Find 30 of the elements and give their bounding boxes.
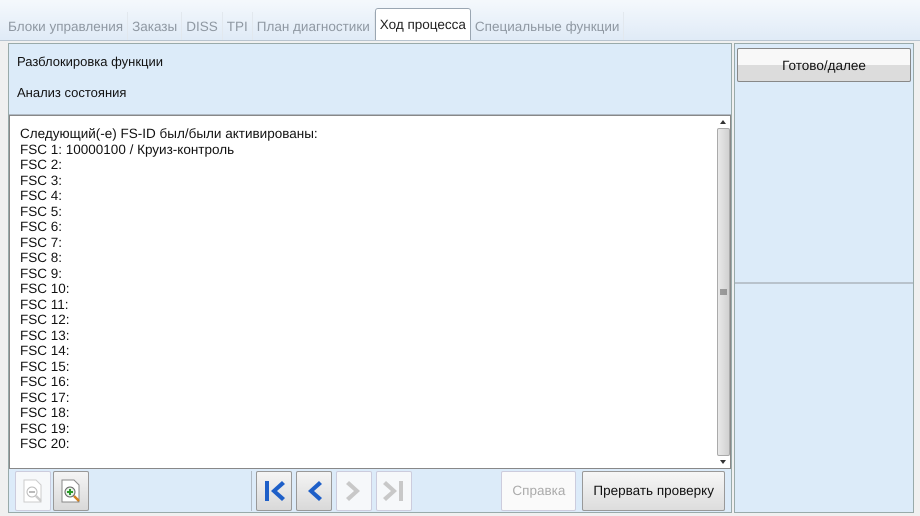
panel-subtitle: Анализ состояния [17, 85, 128, 100]
log-line: FSC 16: [20, 374, 71, 390]
log-line: FSC 19: [20, 420, 71, 436]
panel-title: Разблокировка функции [17, 54, 164, 69]
previous-button[interactable] [296, 470, 332, 510]
log-line: FSC 2: [20, 157, 64, 172]
log-line: FSC 14: [20, 343, 71, 358]
log-line: FSC 1: 10000100 / Круиз-контроль [20, 142, 236, 157]
log-line: FSC 4: [20, 188, 64, 204]
done-next-button[interactable]: Готово/далее [737, 48, 911, 82]
log-line: FSC 13: [20, 328, 71, 343]
grip-icon [720, 289, 726, 295]
log-line: FSC 17: [20, 390, 71, 405]
log-line: FSC 9: [20, 266, 64, 281]
first-button[interactable] [256, 470, 292, 510]
log-line: FSC 11: [20, 296, 70, 312]
tab[interactable]: Ход процесса [374, 8, 471, 40]
log-line: FSC 20: [20, 436, 71, 452]
log-line: FSC 8: [20, 250, 64, 266]
log-line: FSC 5: [20, 204, 64, 219]
action-button[interactable]: Прервать проверку [582, 470, 725, 510]
log-line: FSC 15: [20, 358, 71, 374]
log-line: FSC 12: [20, 312, 71, 328]
log-line: FSC 7: [20, 234, 64, 250]
log-line: Следующий(-е) FS-ID был/были активированы: [20, 126, 319, 142]
log-line: FSC 6: [20, 219, 64, 234]
zoom-in-button[interactable] [53, 470, 89, 510]
log-line: FSC 3: [20, 172, 64, 188]
log-line: FSC 18: [20, 405, 71, 420]
log-line: FSC 10: [20, 281, 71, 296]
